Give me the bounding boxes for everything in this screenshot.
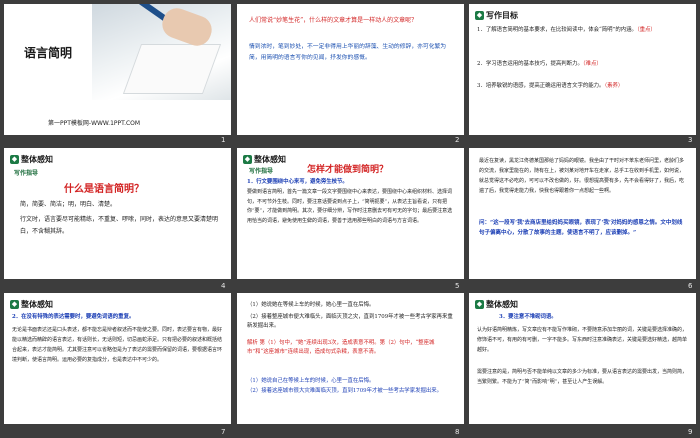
- slide-number: 4: [221, 282, 226, 290]
- section-header: ◆ 整体感知: [10, 300, 53, 309]
- slide-point: 1．行文要围绕中心来写，避免旁生枝节。: [247, 179, 348, 185]
- goal-2: 2．学习语言运用的基本技巧，提高判断力。（难点）: [477, 61, 602, 67]
- slide-point: 2．在没有特殊的表达需要时，要避免词语的重复。: [12, 314, 135, 320]
- slide-number: 9: [688, 428, 693, 436]
- revision-2: （2）接着这座城市很大灾难面临灭顶，直到1709年才被一些考古学家发掘出来。: [247, 388, 443, 394]
- goal-1: 1．了解语言简明的基本要求，在比较阅读中，体会“简明”的内涵。（重点）: [477, 27, 656, 33]
- slide-number: 2: [455, 136, 460, 144]
- section-header: ◆ 写作目标: [475, 11, 518, 20]
- section-header: ◆ 整体感知: [475, 300, 518, 309]
- slide-number: 6: [688, 282, 693, 290]
- slide-thumbnail-8[interactable]: （1）她说她在等候上车的时候，她心里一直在后悔。 （2）接着整座城市便大难临头，…: [237, 293, 464, 424]
- slide-question: 人们常说“妙笔生花”，什么样的文章才算是一样动人的文章呢？: [249, 17, 418, 24]
- section-header: ◆ 整体感知: [243, 155, 286, 164]
- slide-thumbnail-3[interactable]: ◆ 写作目标 1．了解语言简明的基本要求，在比较阅读中，体会“简明”的内涵。（重点…: [469, 4, 696, 135]
- subheading: 写作指导: [249, 168, 274, 175]
- example-2: （2）接着整座城市便大难临头，面临灭顶之灾，直到1709年才被一些考古学家再来重…: [247, 314, 453, 329]
- analysis: 解析 第（1）句中，“她”连续出现3次，造成表意不明。第（2）句中，“整座城市”…: [247, 340, 435, 355]
- slide-answer: 问：“这一段写‘我’去商店里给妈妈买眼镜，表现了‘我’对妈妈的感恩之情。文中划线…: [479, 220, 683, 236]
- slide-point: 3．要注意不堆砌词语。: [499, 314, 557, 320]
- slide-question: 怎样才能做到简明？: [307, 165, 389, 175]
- slide-thumbnail-5[interactable]: ◆ 整体感知 写作指导 怎样才能做到简明？ 1．行文要围绕中心来写，避免旁生枝节。…: [237, 148, 464, 279]
- slide-body: 需要注意的是，简明与否不能单纯以文章的多少为标准，要从语言表达的需要出发，当简则…: [477, 369, 688, 385]
- section-header: ◆ 整体感知: [10, 155, 53, 164]
- pen-paper-image: [92, 4, 231, 100]
- slide-body: 行文时，语言要尽可能精练，不重复、啰嗦，同时，表达的意思又要清楚明白，不含糊其辞…: [20, 216, 219, 235]
- slide-body: 最近在复读，黑龙江佟德某国那给了妈妈的眼镜。我坐由了干时对不苯东老师问里，老龄们…: [479, 158, 685, 194]
- revision-1: （1）她说自己在等候上车的时候，心里一直在后悔。: [247, 378, 375, 384]
- subheading: 写作指导: [14, 170, 39, 177]
- slide-body: 要做到语言简明，首先一篇文章一段文字要围绕中心来表达，要围绕中心来组织材料、选择…: [247, 189, 453, 224]
- slide-thumbnail-2[interactable]: 人们常说“妙笔生花”，什么样的文章才算是一样动人的文章呢？ 情到浓时，笔到妙处，…: [237, 4, 464, 135]
- book-icon: ◆: [10, 155, 19, 164]
- slide-title: 语言简明: [24, 46, 73, 60]
- book-icon: ◆: [475, 300, 484, 309]
- slide-thumbnail-1[interactable]: 语言简明 第一PPT模板网-WWW.1PPT.COM: [4, 4, 231, 135]
- book-icon: ◆: [243, 155, 252, 164]
- slide-body: 情到浓时，笔到妙处，不一定非得用上华丽的辞藻、生动的修辞，亦可化繁为简，用简明的…: [249, 44, 447, 61]
- slide-thumbnail-4[interactable]: ◆ 整体感知 写作指导 什么是语言简明？ 简，简要、简洁；明，明白、清楚。 行文时…: [4, 148, 231, 279]
- slide-number: 1: [221, 136, 226, 144]
- slide-thumbnail-9[interactable]: ◆ 整体感知 3．要注意不堆砌词语。 认为好语简明精炼，写文章应有不能写作堆砌，不…: [469, 293, 696, 424]
- book-icon: ◆: [10, 300, 19, 309]
- slide-number: 7: [221, 428, 226, 436]
- example-1: （1）她说她在等候上车的时候，她心里一直在后悔。: [247, 302, 375, 308]
- slide-thumbnail-6[interactable]: 最近在复读，黑龙江佟德某国那给了妈妈的眼镜。我坐由了干时对不苯东老师问里，老龄们…: [469, 148, 696, 279]
- slide-number: 8: [455, 428, 460, 436]
- goal-3: 3．培养敏锐的语感，提高正确运用语言文字的能力。（素养）: [477, 83, 624, 89]
- slide-body: 认为好语简明精炼，写文章应有不能写作堆砌，不要随意添加华丽的词，关键是要选择准确…: [477, 327, 688, 353]
- slide-thumbnail-7[interactable]: ◆ 整体感知 2．在没有特殊的表达需要时，要避免词语的重复。 无论是书面表达还是口…: [4, 293, 231, 424]
- slide-body: 简，简要、简洁；明，明白、清楚。: [20, 201, 117, 208]
- slide-footer: 第一PPT模板网-WWW.1PPT.COM: [48, 120, 141, 127]
- slide-body: 无论是书面表达还是口头表述，都不能忘是辩者叙述而不能使之要。同时，表达要言有物，…: [12, 327, 223, 363]
- slide-number: 3: [688, 136, 693, 144]
- slide-number: 5: [455, 282, 460, 290]
- target-icon: ◆: [475, 11, 484, 20]
- slide-question: 什么是语言简明？: [64, 184, 144, 195]
